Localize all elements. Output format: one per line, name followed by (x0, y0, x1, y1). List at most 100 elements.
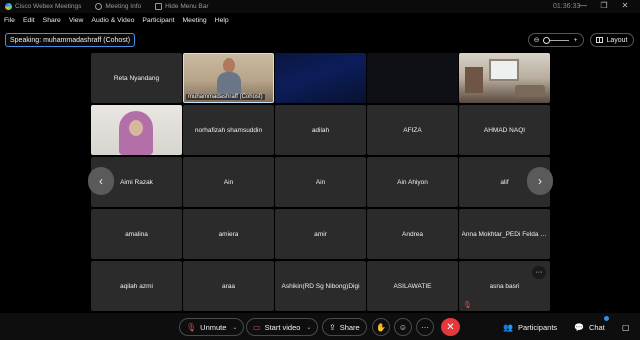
zoom-track[interactable] (543, 36, 569, 44)
participant-tile[interactable]: AHMAD NAQI (459, 105, 550, 155)
app-title: Cisco Webex Meetings (5, 3, 81, 10)
layout-label: Layout (606, 36, 628, 44)
participant-name: Aimi Razak (120, 178, 153, 186)
webex-logo-icon (5, 3, 12, 10)
participants-button[interactable]: 👥 Participants (503, 318, 557, 336)
participant-tile[interactable]: amir (275, 209, 366, 259)
meeting-info-button[interactable]: Meeting Info (95, 3, 141, 10)
menu-view[interactable]: View (69, 17, 84, 24)
participant-name: AFIZA (403, 126, 422, 134)
menu-meeting[interactable]: Meeting (183, 17, 207, 24)
title-bar: Cisco Webex Meetings Meeting Info Hide M… (0, 0, 640, 13)
participant-name: Ain (315, 178, 326, 186)
participant-tile[interactable]: araa (183, 261, 274, 311)
participant-name: araa (221, 282, 235, 290)
participant-tile[interactable]: AFIZA (367, 105, 458, 155)
more-apps-icon: ▢ (622, 322, 630, 332)
menu-share[interactable]: Share (43, 17, 61, 24)
unmute-label: Unmute (200, 322, 227, 332)
reactions-icon[interactable]: ☺ (394, 318, 412, 336)
menu-audio-video[interactable]: Audio & Video (91, 17, 134, 24)
leave-meeting-button[interactable]: ✕ (441, 318, 460, 336)
participant-video-tile[interactable] (275, 53, 366, 103)
participant-tile[interactable]: Anna Mokhtar_PEDi Felda Su... (459, 209, 550, 259)
participant-tile[interactable]: amiera (183, 209, 274, 259)
more-options-button[interactable]: ··· (416, 318, 434, 336)
participant-video-tile[interactable] (367, 53, 458, 103)
menu-bar: File Edit Share View Audio & Video Parti… (0, 14, 233, 27)
participant-tile[interactable]: Ain Ahiyon (367, 157, 458, 207)
participant-name: Ashikin(RD Sg Nibong)Digi (281, 282, 360, 290)
zoom-knob[interactable] (543, 36, 550, 44)
participant-tile[interactable]: Reta Nyandang (91, 53, 182, 103)
participant-tile[interactable]: Andrea (367, 209, 458, 259)
close-window-button[interactable]: ✕ (620, 1, 630, 10)
share-button[interactable]: ⇪ Share (322, 318, 367, 336)
participant-video-tile[interactable] (91, 105, 182, 155)
start-video-button[interactable]: ▭ Start video ⌄ (246, 318, 319, 336)
participant-name: muhammadashraff (Cohost) (186, 94, 265, 100)
start-video-label: Start video (264, 322, 301, 332)
participant-name: alif (500, 178, 509, 186)
participant-tile[interactable]: aqilah azmi (91, 261, 182, 311)
menu-edit[interactable]: Edit (23, 17, 35, 24)
participant-name: Reta Nyandang (113, 74, 160, 82)
video-off-icon: ▭ (253, 322, 261, 332)
participant-name: Ain (223, 178, 234, 186)
video-sofa (515, 85, 545, 97)
chevron-down-icon[interactable]: ⌄ (306, 324, 311, 331)
participants-icon: 👥 (503, 322, 513, 332)
mic-off-icon: 🎙 (186, 322, 197, 332)
participant-tile-active-speaker[interactable]: muhammadashraff (Cohost) (183, 53, 274, 103)
unmute-button[interactable]: 🎙 Unmute ⌄ (179, 318, 245, 336)
participant-tile[interactable]: Ain (183, 157, 274, 207)
participant-name: adilah (311, 126, 330, 134)
participant-name: norhafizah shamsuddin (194, 126, 263, 134)
info-icon (95, 3, 103, 10)
hide-menu-icon (155, 3, 163, 10)
zoom-out-icon[interactable]: ⊖ (533, 36, 540, 44)
muted-mic-icon: 🎙 (463, 302, 472, 309)
layout-button[interactable]: Layout (590, 33, 634, 47)
participant-tile[interactable]: adilah (275, 105, 366, 155)
restore-button[interactable]: ❐ (599, 1, 609, 10)
zoom-in-icon[interactable]: + (572, 37, 579, 44)
participant-tile[interactable]: Ain (275, 157, 366, 207)
raise-hand-icon[interactable]: ✋ (372, 318, 390, 336)
menu-file[interactable]: File (4, 17, 15, 24)
participant-name: Ain Ahiyon (397, 178, 428, 186)
participant-name: amir (314, 230, 327, 238)
video-shelf (465, 67, 483, 93)
participant-name: AHMAD NAQI (483, 126, 526, 134)
meeting-info-label: Meeting Info (105, 3, 142, 10)
participant-name: aqilah azmi (120, 282, 153, 290)
layout-icon (596, 37, 604, 43)
chevron-down-icon[interactable]: ⌄ (232, 324, 237, 331)
chat-button[interactable]: 💬 Chat (574, 318, 605, 336)
chat-notification-badge (604, 316, 609, 321)
participant-tile[interactable]: Ashikin(RD Sg Nibong)Digi (275, 261, 366, 311)
share-icon: ⇪ (329, 322, 336, 332)
participant-tile[interactable]: norhafizah shamsuddin (183, 105, 274, 155)
previous-page-button[interactable]: ‹ (88, 167, 114, 195)
next-page-button[interactable]: › (527, 167, 553, 195)
participant-name: ASILAWATIE (393, 282, 432, 290)
meeting-clock: 01:36:33 (553, 3, 581, 10)
zoom-slider[interactable]: ⊖ + (528, 33, 584, 47)
app-title-text: Cisco Webex Meetings (15, 3, 82, 10)
participant-video-tile[interactable] (459, 53, 550, 103)
share-label: Share (339, 322, 360, 332)
speaking-indicator: Speaking: muhammadashraff (Cohost) (5, 33, 136, 47)
participant-name: amiera (218, 230, 239, 238)
menu-help[interactable]: Help (215, 17, 229, 24)
participant-name: Andrea (402, 230, 423, 238)
hide-menu-bar-button[interactable]: Hide Menu Bar (155, 3, 209, 10)
more-apps-button[interactable]: ▢ (622, 318, 635, 336)
participant-video (119, 111, 153, 155)
participant-tile[interactable]: ASILAWATIE (367, 261, 458, 311)
participant-more-button[interactable]: ··· (532, 266, 546, 279)
minimize-button[interactable]: — (578, 1, 588, 10)
menu-participant[interactable]: Participant (142, 17, 174, 24)
participant-name: amalina (125, 230, 148, 238)
participant-tile[interactable]: amalina (91, 209, 182, 259)
